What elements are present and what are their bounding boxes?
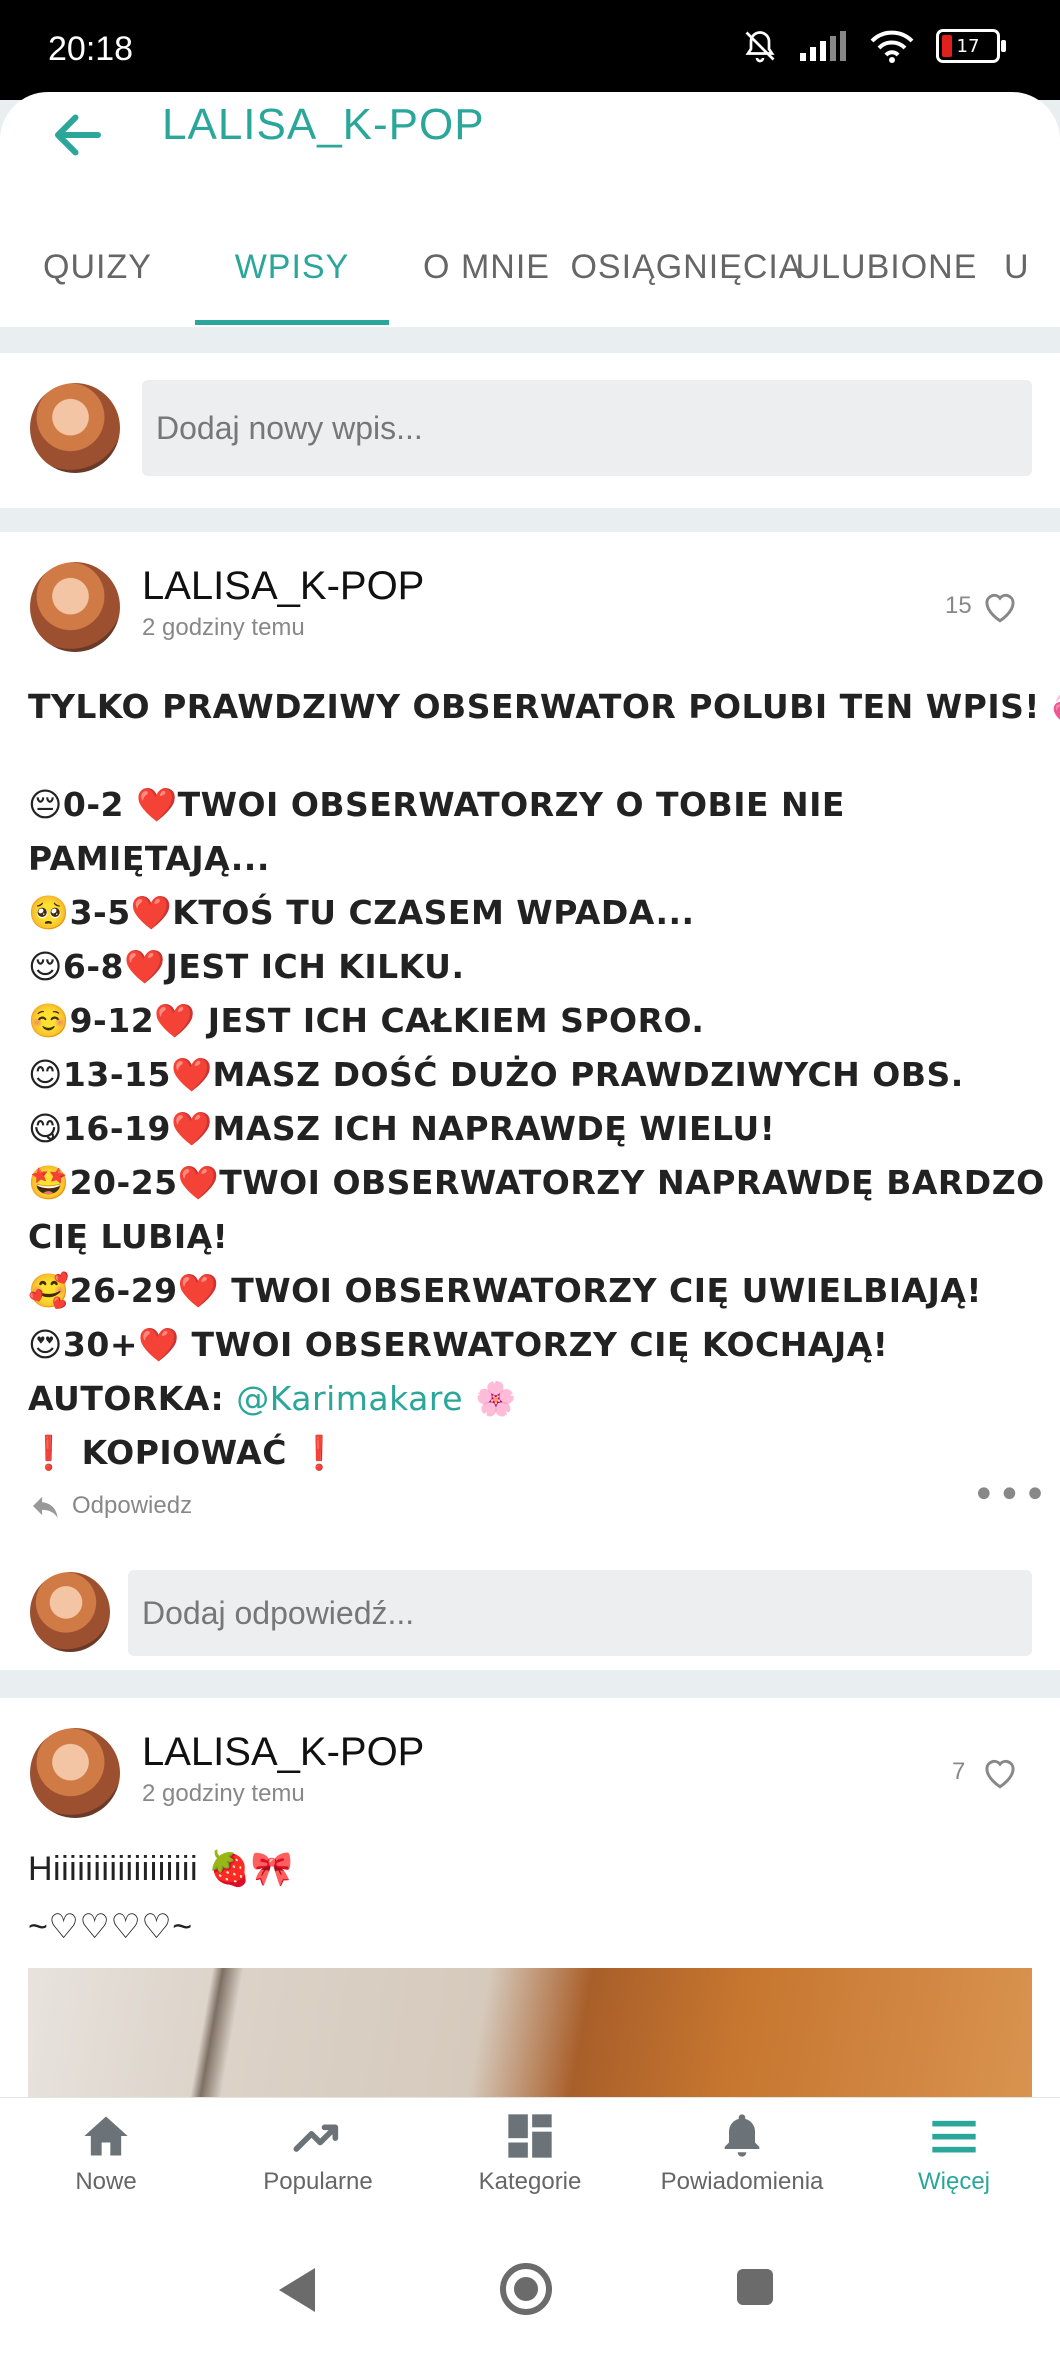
nav-wiecej[interactable]: Więcej: [848, 2098, 1060, 2228]
post-time: 2 godziny temu: [142, 1780, 305, 1807]
post-author[interactable]: LALISA_K-POP: [142, 564, 424, 609]
categories-icon: [508, 2114, 552, 2158]
bell-off-icon: [745, 31, 775, 63]
post-content: Hiiiiiiiiiiiiiiiiii 🍓🎀 ~♡♡♡♡~: [28, 1840, 294, 1956]
back-triangle-icon[interactable]: [275, 2265, 319, 2315]
more-options-icon[interactable]: •••: [972, 1472, 1049, 1518]
status-bar: 20:18 17: [0, 0, 1060, 100]
heart-icon[interactable]: [980, 1754, 1020, 1790]
avatar: [30, 383, 120, 473]
system-navigation: [0, 2227, 1060, 2355]
post-line: ❗ KOPIOWAĆ ❗: [28, 1433, 341, 1472]
nav-popularne[interactable]: Popularne: [212, 2098, 424, 2228]
reply-input[interactable]: Dodaj odpowiedź...: [128, 1570, 1032, 1656]
battery-level: 17: [956, 35, 980, 57]
bottom-navigation: Nowe Popularne Kategorie Powiadomienia W…: [0, 2097, 1060, 2228]
flower-emoji: 🌸: [475, 1379, 517, 1418]
post-time: 2 godziny temu: [142, 614, 305, 641]
recents-square-icon[interactable]: [735, 2267, 775, 2307]
trending-icon: [293, 2124, 339, 2152]
reply-button[interactable]: Odpowiedz: [30, 1492, 192, 1520]
post-line: 😍30+❤️ TWOI OBSERWATORZY CIĘ KOCHAJĄ!: [28, 1325, 889, 1364]
post-line: 😔0-2 ❤️TWOI OBSERWATORZY O TOBIE NIE: [28, 785, 845, 824]
signal-icon: [800, 31, 846, 61]
post-line: 😌6-8❤️JEST ICH KILKU.: [28, 947, 465, 986]
tab-osiagniecia[interactable]: OSIĄGNIĘCIA: [570, 210, 801, 325]
nav-kategorie[interactable]: Kategorie: [424, 2098, 636, 2228]
nav-label: Popularne: [263, 2168, 373, 2195]
author-credit-label: AUTORKA:: [28, 1379, 237, 1418]
post-line: 🥺3-5❤️KTOŚ TU CZASEM WPADA...: [28, 893, 695, 932]
nav-nowe[interactable]: Nowe: [0, 2098, 212, 2228]
bell-icon: [724, 2114, 760, 2157]
reply-icon: [33, 1496, 58, 1518]
post-line: 🥰26-29❤️ TWOI OBSERWATORZY CIĘ UWIELBIAJ…: [28, 1271, 982, 1310]
post-line: ~♡♡♡♡~: [28, 1908, 193, 1946]
author-credit-line: AUTORKA: @Karimakare 🌸: [28, 1372, 1060, 1426]
tab-wpisy[interactable]: WPISY: [195, 210, 389, 325]
post-line: 😊13-15❤️MASZ DOŚĆ DUŻO PRAWDZIWYCH OBS.: [28, 1055, 964, 1094]
page-title: LALISA_K-POP: [162, 100, 485, 149]
home-circle-icon[interactable]: [498, 2261, 554, 2317]
menu-icon: [932, 2120, 976, 2153]
new-post-input[interactable]: Dodaj nowy wpis...: [142, 380, 1032, 476]
post-line: PAMIĘTAJĄ...: [28, 839, 270, 878]
tab-quizy[interactable]: QUIZY: [0, 210, 195, 325]
post-card: LALISA_K-POP 2 godziny temu 7 Hiiiiiiiii…: [0, 1698, 1060, 2098]
home-icon: [84, 2116, 128, 2156]
like-count: 15: [945, 592, 972, 619]
post-line: [28, 734, 1060, 778]
battery-icon: 17: [936, 29, 1006, 63]
avatar[interactable]: [30, 562, 120, 652]
tab-ulubione[interactable]: ULUBIONE: [789, 210, 984, 325]
tab-more[interactable]: U: [984, 210, 1060, 325]
avatar: [30, 1572, 110, 1652]
nav-powiadomienia[interactable]: Powiadomienia: [636, 2098, 848, 2228]
nav-label: Więcej: [917, 2168, 990, 2195]
post-content: TYLKO PRAWDZIWY OBSERWATOR POLUBI TEN WP…: [28, 680, 1060, 1480]
post-line: CIĘ LUBIĄ!: [28, 1217, 229, 1256]
heart-icon[interactable]: [980, 588, 1020, 624]
like-count: 7: [952, 1758, 966, 1785]
status-time: 20:18: [48, 30, 134, 68]
avatar[interactable]: [30, 1728, 120, 1818]
mention-link[interactable]: @Karimakare: [236, 1379, 463, 1418]
nav-label: Kategorie: [478, 2168, 582, 2195]
back-arrow-icon[interactable]: [48, 105, 108, 165]
post-line: ☺️9-12❤️ JEST ICH CAŁKIEM SPORO.: [28, 1001, 705, 1040]
nav-label: Powiadomienia: [660, 2168, 824, 2195]
post-card: LALISA_K-POP 2 godziny temu 15 TYLKO PRA…: [0, 532, 1060, 1670]
nav-label: Nowe: [75, 2168, 137, 2195]
post-line: Hiiiiiiiiiiiiiiiiii 🍓🎀: [28, 1850, 294, 1888]
new-post-card: Dodaj nowy wpis...: [0, 353, 1060, 508]
post-line: TYLKO PRAWDZIWY OBSERWATOR POLUBI TEN WP…: [28, 687, 1060, 726]
tab-o-mnie[interactable]: O MNIE: [389, 210, 584, 325]
post-line: 🤩20-25❤️TWOI OBSERWATORZY NAPRAWDĘ BARDZ…: [28, 1163, 1045, 1202]
reply-label: Odpowiedz: [72, 1492, 193, 1519]
post-image[interactable]: [28, 1968, 1032, 2098]
post-line: 😋16-19❤️MASZ ICH NAPRAWDĘ WIELU!: [28, 1109, 776, 1148]
post-author[interactable]: LALISA_K-POP: [142, 1730, 424, 1775]
wifi-icon: [870, 30, 914, 63]
profile-tabs: QUIZY WPISY O MNIE OSIĄGNIĘCIA ULUBIONE …: [0, 210, 1060, 325]
status-icons: 17: [742, 28, 1006, 64]
